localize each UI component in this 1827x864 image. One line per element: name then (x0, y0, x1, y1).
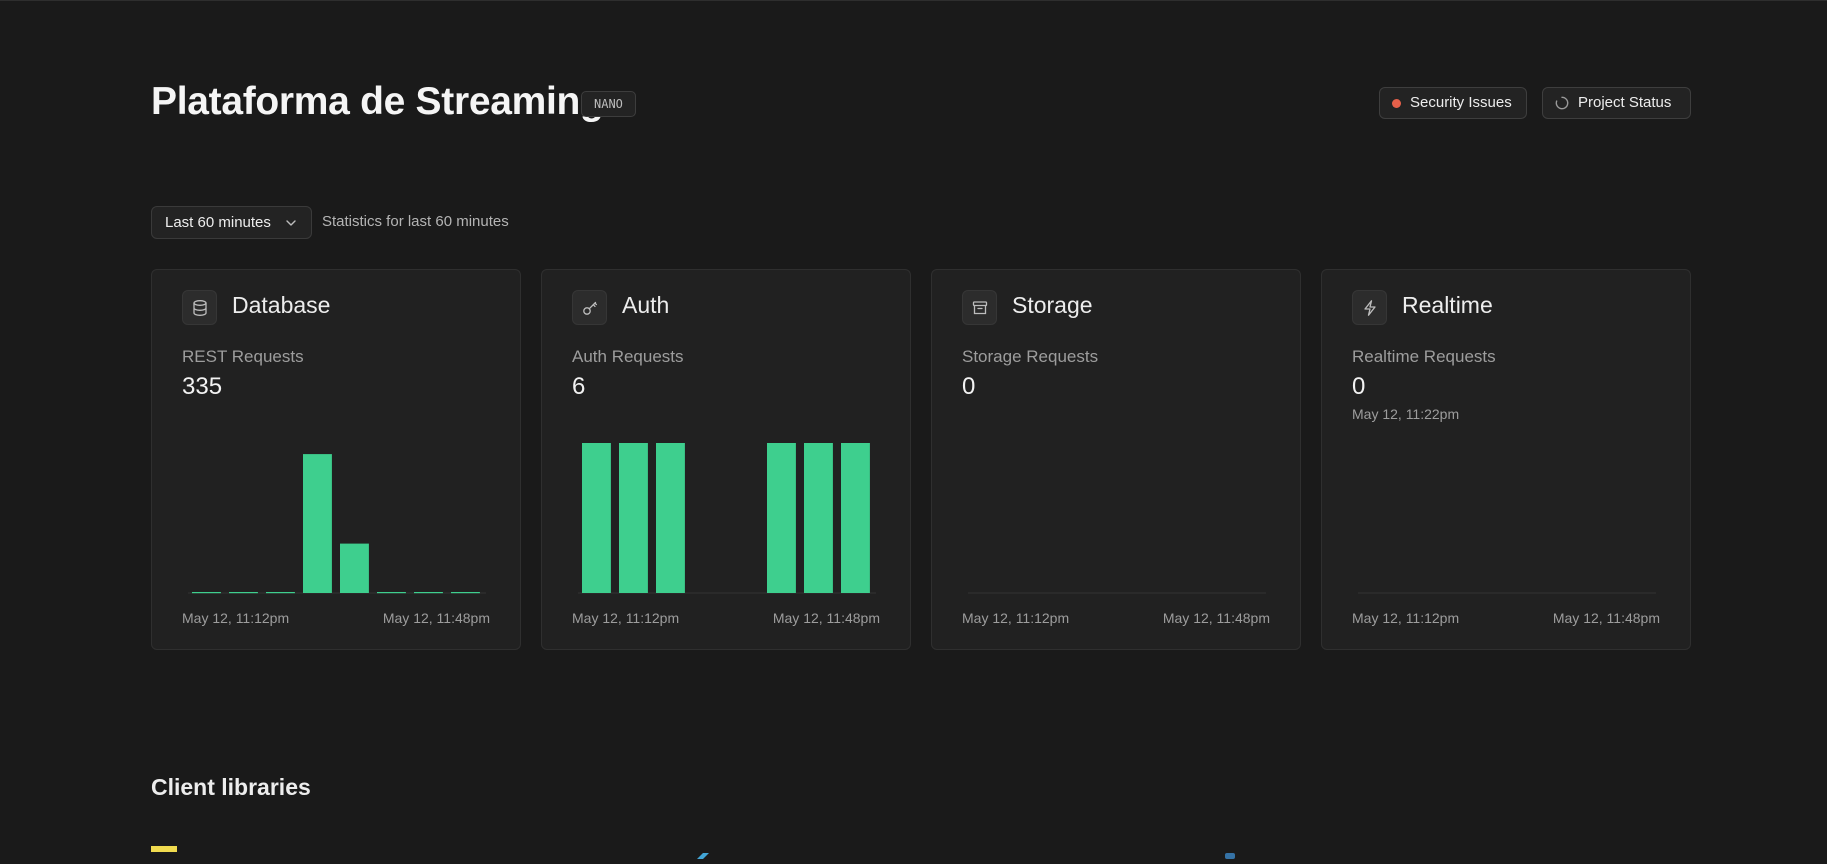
time-range-select[interactable]: Last 60 minutes (151, 206, 312, 239)
project-status-label: Project Status (1578, 94, 1672, 111)
metric-value: 0 (1352, 373, 1366, 400)
card-title: Auth (622, 292, 670, 318)
security-issues-label: Security Issues (1410, 94, 1512, 111)
project-overview: Plataforma de Streaming NANO Security Is… (151, 0, 1691, 859)
database-card[interactable]: Database REST Requests 335 May 12, 11:12… (151, 269, 521, 650)
chart-bar[interactable] (451, 592, 480, 594)
metric-value: 0 (962, 373, 976, 400)
project-header: Plataforma de Streaming NANO Security Is… (151, 78, 1691, 128)
loading-spinner-icon (1555, 96, 1569, 110)
javascript-logo-icon[interactable] (151, 846, 177, 852)
time-filter-row: Last 60 minutes Statistics for last 60 m… (151, 206, 851, 239)
project-status-button[interactable]: Project Status (1542, 87, 1691, 119)
chart-bar[interactable] (582, 443, 611, 593)
x-axis-start-label: May 12, 11:12pm (572, 610, 680, 626)
key-icon (572, 290, 607, 325)
realtime-card[interactable]: Realtime Realtime Requests 0 May 12, 11:… (1321, 269, 1691, 650)
requests-bar-chart (962, 440, 1272, 600)
metric-value: 335 (182, 373, 223, 400)
auth-card[interactable]: Auth Auth Requests 6 May 12, 11:12pm May… (541, 269, 911, 650)
chart-bar[interactable] (377, 592, 406, 594)
statistics-caption: Statistics for last 60 minutes (322, 213, 509, 230)
lightning-icon (1352, 290, 1387, 325)
card-title: Realtime (1402, 292, 1493, 318)
requests-bar-chart (1352, 440, 1662, 600)
x-axis-start-label: May 12, 11:12pm (182, 610, 290, 626)
card-title: Storage (1012, 292, 1093, 318)
x-axis-end-label: May 12, 11:48pm (1552, 610, 1660, 626)
client-libraries-title: Client libraries (151, 774, 311, 800)
chart-bar[interactable] (266, 592, 295, 594)
bar-chart-svg (578, 443, 876, 594)
card-title: Database (232, 292, 331, 318)
chart-bar[interactable] (229, 592, 258, 594)
chart-bar[interactable] (767, 443, 796, 593)
chart-bar[interactable] (192, 592, 221, 594)
storage-card[interactable]: Storage Storage Requests 0 May 12, 11:12… (931, 269, 1301, 650)
metric-label: REST Requests (182, 347, 304, 366)
last-activity-timestamp: May 12, 11:22pm (1352, 406, 1460, 422)
alert-dot-icon (1392, 98, 1401, 108)
time-range-value: Last 60 minutes (165, 214, 271, 231)
chart-bar[interactable] (804, 443, 833, 593)
metric-label: Realtime Requests (1352, 347, 1496, 366)
database-icon (182, 290, 217, 325)
bar-chart-svg (188, 454, 486, 594)
chart-bar[interactable] (414, 592, 443, 594)
python-logo-icon[interactable] (1223, 846, 1237, 864)
metric-label: Auth Requests (572, 347, 684, 366)
metric-value: 6 (572, 373, 586, 400)
project-title: Plataforma de Streaming (151, 80, 604, 123)
requests-bar-chart (572, 440, 882, 600)
flutter-logo-icon[interactable] (691, 846, 711, 864)
x-axis-end-label: May 12, 11:48pm (772, 610, 880, 626)
x-axis-end-label: May 12, 11:48pm (382, 610, 490, 626)
chart-bar[interactable] (656, 443, 685, 593)
metric-label: Storage Requests (962, 347, 1099, 366)
x-axis-start-label: May 12, 11:12pm (962, 610, 1070, 626)
chart-bar[interactable] (619, 443, 648, 593)
x-axis-end-label: May 12, 11:48pm (1162, 610, 1270, 626)
tier-badge: NANO (581, 91, 636, 117)
chart-bar[interactable] (340, 543, 369, 593)
chart-bar[interactable] (303, 454, 332, 593)
bar-chart-svg (1358, 592, 1656, 594)
chart-bar[interactable] (841, 443, 870, 593)
bar-chart-svg (968, 592, 1266, 594)
security-issues-button[interactable]: Security Issues (1379, 87, 1527, 119)
archive-icon (962, 290, 997, 325)
requests-bar-chart (182, 440, 492, 600)
chevron-down-icon (286, 220, 296, 226)
x-axis-start-label: May 12, 11:12pm (1352, 610, 1460, 626)
